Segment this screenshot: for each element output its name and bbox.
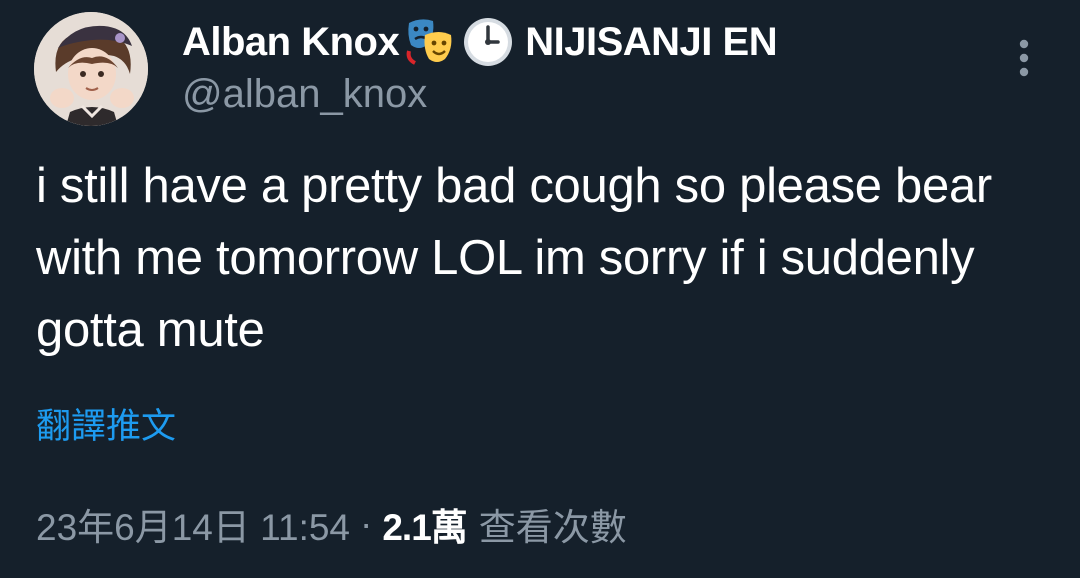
timestamp[interactable]: 23年6月14日 11:54	[36, 497, 350, 551]
author-name-row[interactable]: Alban Knox NIJISANJI EN	[182, 14, 778, 70]
author-handle[interactable]: @alban_knox	[182, 72, 427, 117]
tweet-card: Alban Knox NIJISANJI EN @alban_knox i st…	[0, 0, 1080, 578]
one-oclock-icon	[461, 15, 515, 69]
affiliation-label: NIJISANJI EN	[525, 19, 778, 64]
more-vertical-icon	[1019, 39, 1029, 77]
more-options-button[interactable]	[1004, 36, 1044, 80]
tweet-text: i still have a pretty bad cough so pleas…	[36, 159, 992, 357]
tweet-meta: 23年6月14日 11:54 · 2.1萬 查看次數	[36, 498, 627, 550]
meta-separator: ·	[360, 503, 373, 544]
avatar-illustration	[34, 12, 148, 126]
display-name[interactable]: Alban Knox	[182, 20, 400, 65]
views-count[interactable]: 2.1萬	[382, 497, 467, 551]
performing-arts-icon	[403, 15, 457, 69]
avatar[interactable]	[34, 12, 148, 126]
views-label[interactable]: 查看次數	[479, 497, 627, 551]
translate-tweet-link[interactable]: 翻譯推文	[36, 398, 176, 449]
